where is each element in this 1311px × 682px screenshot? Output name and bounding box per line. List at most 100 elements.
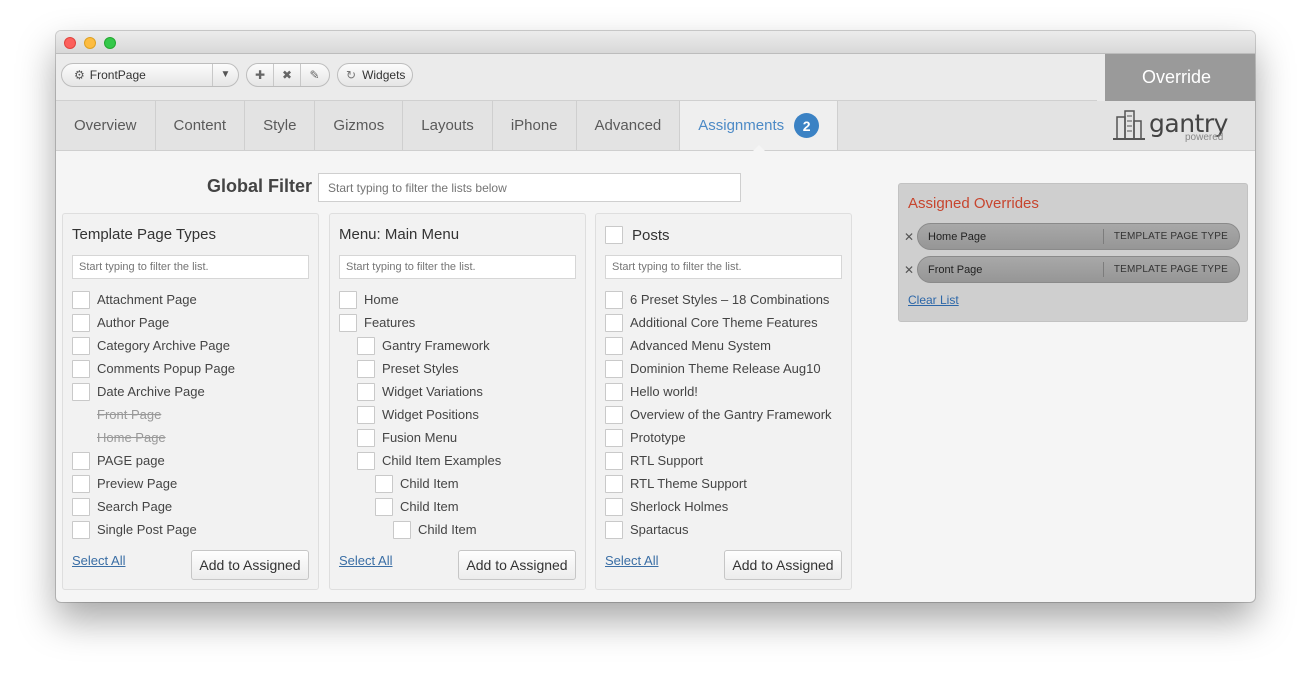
add-icon[interactable]: ✚: [247, 64, 274, 86]
list-item[interactable]: Spartacus: [605, 518, 832, 541]
list-item[interactable]: Search Page: [72, 495, 235, 518]
checkbox[interactable]: [357, 382, 375, 401]
checkbox[interactable]: [375, 497, 393, 516]
list-item[interactable]: Single Post Page: [72, 518, 235, 541]
checkbox[interactable]: [339, 290, 357, 309]
tab-style[interactable]: Style: [245, 101, 316, 150]
list-item[interactable]: RTL Support: [605, 449, 832, 472]
assigned-row: ✕ Home Page TEMPLATE PAGE TYPE: [904, 223, 1240, 250]
list-item[interactable]: Widget Variations: [339, 380, 501, 403]
checkbox[interactable]: [605, 474, 623, 493]
list-item[interactable]: 6 Preset Styles – 18 Combinations: [605, 288, 832, 311]
tab-assignments[interactable]: Assignments 2: [680, 101, 839, 151]
chevron-down-icon[interactable]: ▼: [212, 64, 238, 86]
checkbox[interactable]: [72, 451, 90, 470]
posts-master-checkbox[interactable]: [605, 226, 623, 244]
edit-icon[interactable]: ✎: [301, 64, 328, 86]
list-item[interactable]: Dominion Theme Release Aug10: [605, 357, 832, 380]
tab-advanced[interactable]: Advanced: [577, 101, 681, 150]
list-item[interactable]: Child Item: [339, 495, 501, 518]
list-item[interactable]: PAGE page: [72, 449, 235, 472]
list-item[interactable]: Preset Styles: [339, 357, 501, 380]
checkbox[interactable]: [393, 520, 411, 539]
checkbox[interactable]: [339, 313, 357, 332]
assigned-overrides-panel: Assigned Overrides ✕ Home Page TEMPLATE …: [898, 183, 1248, 322]
list-item[interactable]: Advanced Menu System: [605, 334, 832, 357]
list-item[interactable]: Category Archive Page: [72, 334, 235, 357]
clear-list-link[interactable]: Clear List: [908, 293, 959, 307]
checkbox[interactable]: [375, 474, 393, 493]
tab-layouts[interactable]: Layouts: [403, 101, 493, 150]
zoom-window-button[interactable]: [104, 37, 116, 49]
checkbox[interactable]: [605, 313, 623, 332]
list-item[interactable]: Child Item: [339, 518, 501, 541]
checkbox[interactable]: [605, 520, 623, 539]
list-item[interactable]: Hello world!: [605, 380, 832, 403]
assigned-tag: Home Page TEMPLATE PAGE TYPE: [917, 223, 1240, 250]
delete-icon[interactable]: ✖: [274, 64, 301, 86]
global-filter-input[interactable]: [318, 173, 741, 202]
list-item[interactable]: Overview of the Gantry Framework: [605, 403, 832, 426]
list-item[interactable]: Fusion Menu: [339, 426, 501, 449]
list-item[interactable]: Comments Popup Page: [72, 357, 235, 380]
remove-icon[interactable]: ✕: [904, 230, 917, 244]
list-item[interactable]: Preview Page: [72, 472, 235, 495]
tab-content[interactable]: Content: [156, 101, 246, 150]
checkbox[interactable]: [72, 497, 90, 516]
list-item[interactable]: Features: [339, 311, 501, 334]
list-item[interactable]: Home: [339, 288, 501, 311]
list-item[interactable]: Gantry Framework: [339, 334, 501, 357]
select-all-link[interactable]: Select All: [605, 553, 658, 568]
widgets-button[interactable]: ↻ Widgets: [337, 63, 413, 87]
checkbox[interactable]: [605, 497, 623, 516]
list-item[interactable]: Additional Core Theme Features: [605, 311, 832, 334]
checkbox[interactable]: [72, 336, 90, 355]
select-all-link[interactable]: Select All: [72, 553, 125, 568]
checkbox[interactable]: [357, 405, 375, 424]
checkbox[interactable]: [72, 359, 90, 378]
close-window-button[interactable]: [64, 37, 76, 49]
tab-overview[interactable]: Overview: [56, 101, 156, 150]
add-to-assigned-button[interactable]: Add to Assigned: [191, 550, 309, 580]
checkbox[interactable]: [605, 336, 623, 355]
tab-gizmos[interactable]: Gizmos: [315, 101, 404, 150]
list-item[interactable]: Sherlock Holmes: [605, 495, 832, 518]
template-filter-input[interactable]: [72, 255, 309, 279]
panel-title: Template Page Types: [72, 226, 216, 243]
refresh-icon: ↻: [346, 68, 357, 82]
select-all-link[interactable]: Select All: [339, 553, 392, 568]
list-item[interactable]: Date Archive Page: [72, 380, 235, 403]
minimize-window-button[interactable]: [84, 37, 96, 49]
checkbox[interactable]: [72, 520, 90, 539]
list-item[interactable]: Widget Positions: [339, 403, 501, 426]
checkbox[interactable]: [72, 313, 90, 332]
add-to-assigned-button[interactable]: Add to Assigned: [724, 550, 842, 580]
global-filter-label: Global Filter: [207, 176, 313, 196]
checkbox[interactable]: [357, 336, 375, 355]
override-selector[interactable]: ⚙ FrontPage ▼: [61, 63, 239, 87]
add-to-assigned-button[interactable]: Add to Assigned: [458, 550, 576, 580]
menu-filter-input[interactable]: [339, 255, 576, 279]
widgets-label: Widgets: [362, 68, 406, 82]
checkbox[interactable]: [72, 290, 90, 309]
list-item[interactable]: RTL Theme Support: [605, 472, 832, 495]
checkbox[interactable]: [605, 451, 623, 470]
tab-iphone[interactable]: iPhone: [493, 101, 577, 150]
list-item[interactable]: Child Item: [339, 472, 501, 495]
checkbox[interactable]: [72, 474, 90, 493]
checkbox[interactable]: [357, 359, 375, 378]
remove-icon[interactable]: ✕: [904, 263, 917, 277]
list-item[interactable]: Child Item Examples: [339, 449, 501, 472]
checkbox[interactable]: [605, 405, 623, 424]
checkbox[interactable]: [72, 382, 90, 401]
checkbox[interactable]: [605, 428, 623, 447]
posts-filter-input[interactable]: [605, 255, 842, 279]
checkbox[interactable]: [605, 382, 623, 401]
checkbox[interactable]: [605, 290, 623, 309]
checkbox[interactable]: [605, 359, 623, 378]
list-item[interactable]: Attachment Page: [72, 288, 235, 311]
checkbox[interactable]: [357, 428, 375, 447]
list-item[interactable]: Author Page: [72, 311, 235, 334]
list-item[interactable]: Prototype: [605, 426, 832, 449]
checkbox[interactable]: [357, 451, 375, 470]
